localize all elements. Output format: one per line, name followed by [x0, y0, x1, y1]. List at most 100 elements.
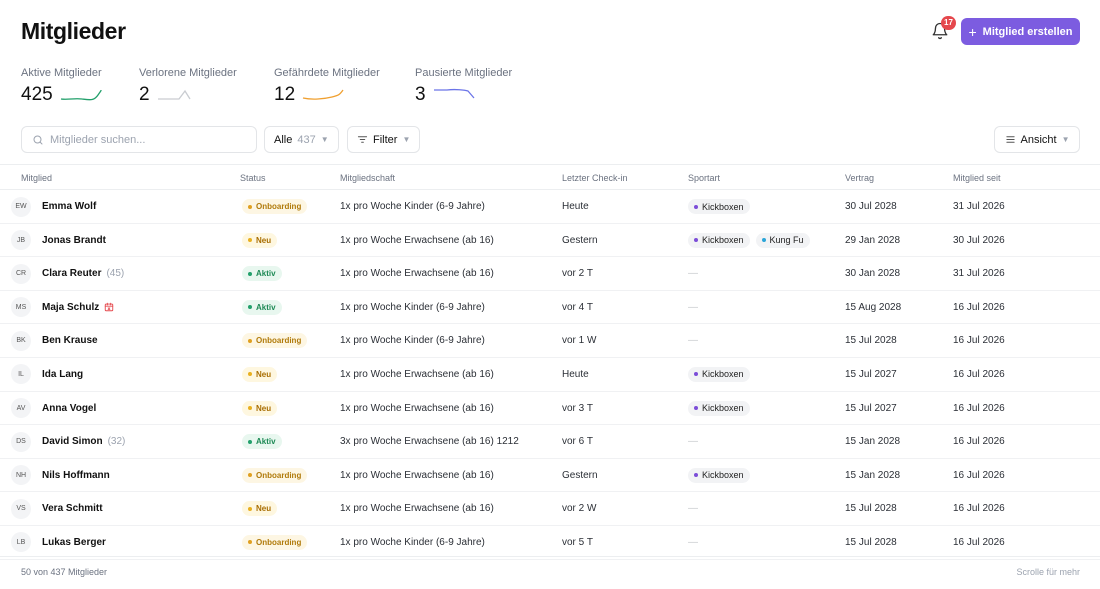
sport-cell: Kickboxen — [688, 358, 756, 391]
avatar: JB — [11, 230, 31, 251]
stat-active[interactable]: Aktive Mitglieder 425 — [21, 67, 102, 106]
contract-cell: 15 Aug 2028 — [845, 301, 902, 313]
status-badge: Neu — [242, 232, 278, 248]
member-name[interactable]: Nils Hoffmann — [42, 470, 110, 481]
notification-badge: 17 — [941, 16, 956, 30]
sport-dot-icon — [761, 238, 766, 243]
table-row[interactable]: MS Maja Schulz Aktiv 1x pro Woche Kinder (6… — [0, 291, 1100, 325]
status-badge: Onboarding — [242, 333, 308, 349]
sport-dot-icon — [694, 238, 698, 243]
member-name-cell[interactable]: Maja Schulz — [42, 291, 114, 324]
table-row[interactable]: VS Vera Schmitt Neu 1x pro Woche Erwachsene… — [0, 492, 1100, 526]
status-label: Aktiv — [256, 269, 276, 279]
member-name[interactable]: Ida Lang — [42, 369, 83, 380]
member-name-cell[interactable]: Nils Hoffmann — [42, 459, 110, 492]
table-footer: 50 von 437 Mitglieder Scrolle für mehr — [0, 556, 1100, 589]
filter-button[interactable]: Filter ▼ — [347, 126, 421, 153]
member-since-cell: 31 Jul 2026 — [953, 201, 1005, 212]
table-row[interactable]: LB Lukas Berger Onboarding 1x pro Woche Kin… — [0, 526, 1100, 560]
table-row[interactable]: JB Jonas Brandt Neu 1x pro Woche Erwachsene… — [0, 224, 1100, 258]
member-name[interactable]: Jonas Brandt — [42, 235, 106, 246]
table-row[interactable]: EW Emma Wolf Onboarding 1x pro Woche Kinder… — [0, 190, 1100, 224]
sparkline-icon — [302, 89, 344, 100]
stat-paused[interactable]: Pausierte Mitglieder 3 — [415, 67, 512, 106]
sport-label: Kung Fu — [769, 235, 804, 246]
table-row[interactable]: NH Nils Hoffmann Onboarding 1x pro Woche Er… — [0, 459, 1100, 493]
member-name-cell[interactable]: Ben Krause — [42, 324, 98, 357]
checkin-cell: vor 2 W — [562, 503, 597, 515]
search-box[interactable] — [21, 126, 257, 153]
segment-count: 437 — [297, 133, 316, 146]
status-badge: Onboarding — [242, 534, 308, 550]
contract-cell: 15 Jan 2028 — [845, 436, 901, 448]
avatar: VS — [11, 498, 31, 519]
status-badge: Aktiv — [242, 434, 282, 450]
status-dot-icon — [248, 439, 252, 444]
stat-label: Aktive Mitglieder — [21, 67, 102, 79]
member-name-cell[interactable]: Clara Reuter (45) — [42, 257, 124, 290]
member-name-cell[interactable]: David Simon (32) — [42, 425, 125, 458]
column-header[interactable]: Sportart — [688, 173, 720, 183]
member-name[interactable]: Maja Schulz — [42, 302, 99, 313]
avatar-cell: BK — [11, 324, 31, 357]
search-input[interactable] — [50, 133, 240, 146]
segment-dropdown[interactable]: Alle 437 ▼ — [264, 126, 339, 153]
sport-dot-icon — [694, 372, 698, 377]
column-header[interactable]: Mitglied — [21, 173, 52, 183]
column-header[interactable]: Letzter Check-in — [562, 173, 628, 183]
avatar: BK — [11, 330, 31, 351]
member-name[interactable]: Emma Wolf — [42, 201, 96, 212]
sport-cell: Kickboxen — [688, 392, 756, 425]
checkin-cell: Gestern — [562, 469, 598, 481]
table-row[interactable]: IL Ida Lang Neu 1x pro Woche Erwachsene (ab… — [0, 358, 1100, 392]
member-age: (45) — [106, 268, 125, 280]
filter-label: Filter — [373, 133, 398, 146]
table-row[interactable]: DS David Simon (32) Aktiv 3x pro Woche Erwac… — [0, 425, 1100, 459]
create-member-button[interactable]: + Mitglied erstellen — [961, 18, 1080, 45]
member-name[interactable]: Ben Krause — [42, 335, 98, 346]
member-name-cell[interactable]: Lukas Berger — [42, 526, 106, 559]
table-row[interactable]: AV Anna Vogel Neu 1x pro Woche Erwachsene (… — [0, 392, 1100, 426]
member-name[interactable]: Lukas Berger — [42, 537, 106, 548]
member-name-cell[interactable]: Ida Lang — [42, 358, 83, 391]
sport-label: Kickboxen — [702, 201, 744, 212]
column-header[interactable]: Mitgliedschaft — [340, 173, 395, 183]
checkin-cell: vor 5 T — [562, 536, 593, 548]
view-button[interactable]: Ansicht ▼ — [994, 126, 1080, 153]
member-since-cell: 16 Jul 2026 — [953, 402, 1005, 414]
status-badge: Neu — [242, 400, 278, 416]
member-name[interactable]: Clara Reuter — [42, 268, 101, 279]
stat-lost[interactable]: Verlorene Mitglieder 2 — [139, 67, 237, 106]
sport-label: Kickboxen — [702, 403, 744, 414]
member-name[interactable]: Vera Schmitt — [42, 503, 103, 514]
member-since-cell: 16 Jul 2026 — [953, 301, 1005, 313]
status-badge: Aktiv — [242, 299, 282, 315]
table-row[interactable]: CR Clara Reuter (45) Aktiv 1x pro Woche Erwa… — [0, 257, 1100, 291]
member-name-cell[interactable]: Emma Wolf — [42, 190, 96, 223]
member-name-cell[interactable]: Jonas Brandt — [42, 224, 106, 257]
status-cell: Onboarding — [242, 459, 308, 492]
stat-at-risk[interactable]: Gefährdete Mitglieder 12 — [274, 67, 380, 106]
sport-label: Kickboxen — [702, 470, 744, 481]
status-label: Neu — [256, 369, 272, 379]
member-name[interactable]: David Simon — [42, 436, 103, 447]
checkin-cell: vor 1 W — [562, 335, 597, 347]
member-name-cell[interactable]: Anna Vogel — [42, 392, 96, 425]
member-since-cell: 16 Jul 2026 — [953, 436, 1005, 448]
list-icon — [1005, 136, 1015, 143]
column-header[interactable]: Vertrag — [845, 173, 874, 183]
table-row[interactable]: BK Ben Krause Onboarding 1x pro Woche Kinde… — [0, 324, 1100, 358]
member-name[interactable]: Anna Vogel — [42, 403, 96, 414]
column-header[interactable]: Status — [240, 173, 266, 183]
status-cell: Neu — [242, 224, 278, 257]
membership-cell: 1x pro Woche Kinder (6-9 Jahre) — [340, 536, 485, 548]
avatar-cell: CR — [11, 257, 31, 290]
members-table: Mitglied Status Mitgliedschaft Letzter C… — [0, 164, 1100, 560]
member-name-cell[interactable]: Vera Schmitt — [42, 492, 103, 525]
sport-label: Kickboxen — [702, 369, 744, 380]
sport-tag: Kickboxen — [688, 366, 750, 382]
toolbar: Alle 437 ▼ Filter ▼ Ansicht ▼ — [0, 126, 1100, 154]
stat-value: 12 — [274, 84, 296, 105]
column-header[interactable]: Mitglied seit — [953, 173, 1001, 183]
status-cell: Onboarding — [242, 324, 308, 357]
